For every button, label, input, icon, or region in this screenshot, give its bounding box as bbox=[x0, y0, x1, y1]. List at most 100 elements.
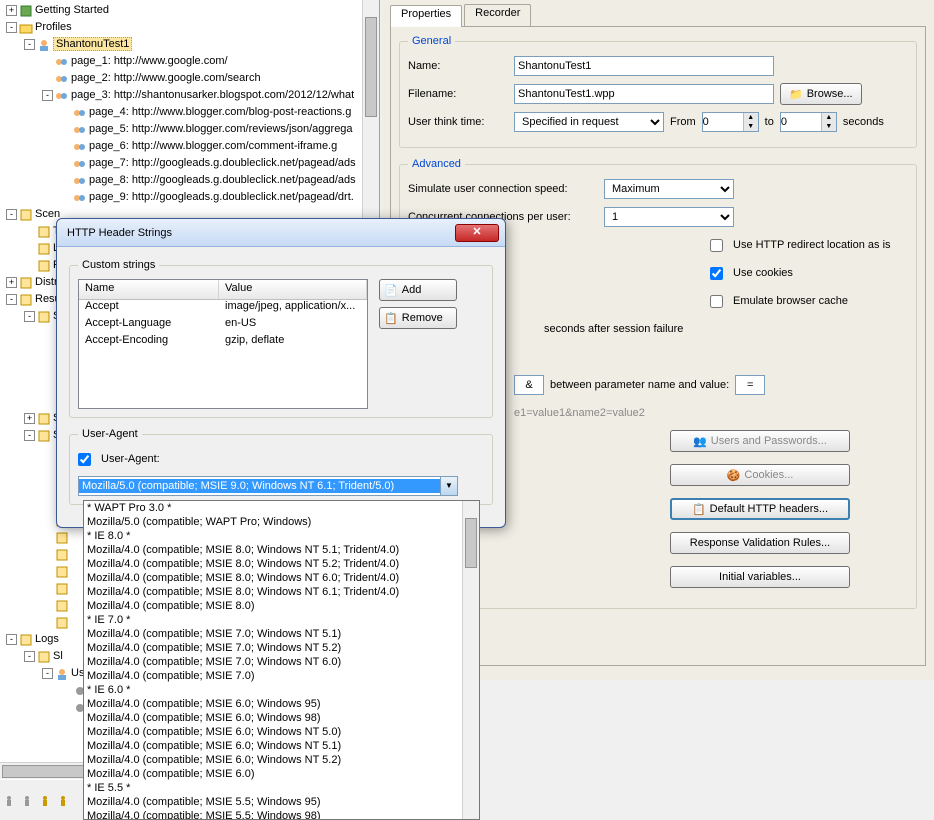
list-icon: 📋 bbox=[692, 503, 706, 516]
tab-properties[interactable]: Properties bbox=[390, 5, 462, 27]
dropdown-option[interactable]: * WAPT Pro 3.0 * bbox=[84, 501, 479, 515]
cookies-checkbox[interactable] bbox=[710, 267, 723, 280]
name-input[interactable] bbox=[514, 56, 774, 76]
dropdown-option[interactable]: Mozilla/4.0 (compatible; MSIE 5.5; Windo… bbox=[84, 795, 479, 809]
default-headers-button[interactable]: 📋Default HTTP headers... bbox=[670, 498, 850, 520]
conn-select[interactable]: 1 bbox=[604, 207, 734, 227]
chevron-down-icon[interactable]: ▼ bbox=[440, 477, 457, 495]
dropdown-scrollbar[interactable] bbox=[462, 501, 479, 819]
dropdown-option[interactable]: * IE 6.0 * bbox=[84, 683, 479, 697]
dropdown-option[interactable]: Mozilla/4.0 (compatible; MSIE 8.0; Windo… bbox=[84, 585, 479, 599]
speed-select[interactable]: Maximum bbox=[604, 179, 734, 199]
tree-item[interactable]: page_8: http://googleads.g.doubleclick.n… bbox=[2, 172, 379, 189]
browse-button[interactable]: 📁Browse... bbox=[780, 83, 862, 105]
headers-table[interactable]: Name Value Acceptimage/jpeg, application… bbox=[78, 279, 368, 409]
col-value[interactable]: Value bbox=[219, 280, 367, 299]
dropdown-option[interactable]: Mozilla/4.0 (compatible; MSIE 8.0) bbox=[84, 599, 479, 613]
dropdown-option[interactable]: Mozilla/4.0 (compatible; MSIE 7.0; Windo… bbox=[84, 655, 479, 669]
table-row[interactable]: Accept-Languageen-US bbox=[79, 317, 367, 334]
dropdown-option[interactable]: * IE 5.5 * bbox=[84, 781, 479, 795]
expand-icon[interactable]: - bbox=[24, 651, 35, 662]
expand-icon[interactable]: - bbox=[42, 90, 53, 101]
dropdown-option[interactable]: Mozilla/4.0 (compatible; MSIE 6.0; Windo… bbox=[84, 753, 479, 767]
dropdown-option[interactable]: * IE 8.0 * bbox=[84, 529, 479, 543]
close-button[interactable]: ✕ bbox=[455, 224, 499, 242]
add-button[interactable]: 📄Add bbox=[379, 279, 457, 301]
figure-icon bbox=[56, 794, 70, 808]
dropdown-option[interactable]: Mozilla/4.0 (compatible; MSIE 6.0; Windo… bbox=[84, 711, 479, 725]
nameval-sep-input[interactable] bbox=[735, 375, 765, 395]
expand-icon[interactable]: + bbox=[24, 413, 35, 424]
tree-label: ShantonuTest1 bbox=[53, 37, 132, 51]
dropdown-option[interactable]: Mozilla/4.0 (compatible; MSIE 5.5; Windo… bbox=[84, 809, 479, 820]
expand-icon[interactable]: - bbox=[6, 22, 17, 33]
tree-label: page_9: http://googleads.g.doubleclick.n… bbox=[89, 191, 354, 203]
dropdown-option[interactable]: Mozilla/4.0 (compatible; MSIE 7.0) bbox=[84, 669, 479, 683]
tree-item[interactable]: -Profiles bbox=[2, 19, 379, 36]
page-icon bbox=[73, 157, 87, 171]
name-label: Name: bbox=[408, 60, 508, 72]
expand-icon[interactable]: - bbox=[42, 668, 53, 679]
tree-item[interactable]: -page_3: http://shantonusarker.blogspot.… bbox=[2, 87, 379, 104]
tree-item[interactable]: +Getting Started bbox=[2, 2, 379, 19]
tree-label: Sl bbox=[53, 650, 63, 662]
user-agent-combo[interactable]: Mozilla/5.0 (compatible; MSIE 9.0; Windo… bbox=[78, 476, 458, 496]
dropdown-option[interactable]: Mozilla/4.0 (compatible; MSIE 8.0; Windo… bbox=[84, 571, 479, 585]
custom-strings-legend: Custom strings bbox=[78, 259, 159, 271]
table-row[interactable]: Accept-Encodinggzip, deflate bbox=[79, 334, 367, 351]
dropdown-option[interactable]: Mozilla/4.0 (compatible; MSIE 8.0; Windo… bbox=[84, 557, 479, 571]
tree-item[interactable]: page_2: http://www.google.com/search bbox=[2, 70, 379, 87]
user-agent-checkbox[interactable] bbox=[78, 453, 91, 466]
box-icon bbox=[37, 225, 51, 239]
cookies-button[interactable]: 🍪Cookies... bbox=[670, 464, 850, 486]
box-icon bbox=[55, 582, 69, 596]
speed-label: Simulate user connection speed: bbox=[408, 183, 598, 195]
tree-item[interactable]: page_1: http://www.google.com/ bbox=[2, 53, 379, 70]
expand-icon[interactable]: - bbox=[24, 39, 35, 50]
tree-item[interactable]: page_4: http://www.blogger.com/blog-post… bbox=[2, 104, 379, 121]
book-icon bbox=[19, 4, 33, 18]
tree-item[interactable]: page_9: http://googleads.g.doubleclick.n… bbox=[2, 189, 379, 206]
remove-button[interactable]: 📋Remove bbox=[379, 307, 457, 329]
dropdown-option[interactable]: Mozilla/5.0 (compatible; WAPT Pro; Windo… bbox=[84, 515, 479, 529]
dialog-titlebar[interactable]: HTTP Header Strings ✕ bbox=[57, 219, 505, 247]
box-icon bbox=[37, 242, 51, 256]
expand-icon[interactable]: - bbox=[6, 634, 17, 645]
tree-item[interactable]: - ShantonuTest1 bbox=[2, 36, 379, 53]
dropdown-option[interactable]: Mozilla/4.0 (compatible; MSIE 6.0; Windo… bbox=[84, 739, 479, 753]
dropdown-option[interactable]: Mozilla/4.0 (compatible; MSIE 6.0) bbox=[84, 767, 479, 781]
thinktime-select[interactable]: Specified in request bbox=[514, 112, 664, 132]
redirect-checkbox[interactable] bbox=[710, 239, 723, 252]
dropdown-option[interactable]: Mozilla/4.0 (compatible; MSIE 6.0; Windo… bbox=[84, 725, 479, 739]
dropdown-option[interactable]: * IE 7.0 * bbox=[84, 613, 479, 627]
users-passwords-button[interactable]: 👥Users and Passwords... bbox=[670, 430, 850, 452]
tree-item[interactable]: page_7: http://googleads.g.doubleclick.n… bbox=[2, 155, 379, 172]
expand-icon[interactable]: - bbox=[6, 294, 17, 305]
table-row[interactable]: Acceptimage/jpeg, application/x... bbox=[79, 300, 367, 317]
user-icon bbox=[55, 667, 69, 681]
expand-icon[interactable]: - bbox=[24, 311, 35, 322]
box-icon bbox=[19, 208, 33, 222]
redirect-label: Use HTTP redirect location as is bbox=[733, 239, 891, 251]
to-spinner[interactable]: ▲▼ bbox=[780, 112, 837, 132]
after-failure-label: seconds after session failure bbox=[544, 323, 683, 335]
tab-recorder[interactable]: Recorder bbox=[464, 4, 531, 26]
expand-icon[interactable]: + bbox=[6, 5, 17, 16]
from-spinner[interactable]: ▲▼ bbox=[702, 112, 759, 132]
dropdown-option[interactable]: Mozilla/4.0 (compatible; MSIE 7.0; Windo… bbox=[84, 641, 479, 655]
expand-icon[interactable]: - bbox=[24, 430, 35, 441]
validation-rules-button[interactable]: Response Validation Rules... bbox=[670, 532, 850, 554]
dropdown-option[interactable]: Mozilla/4.0 (compatible; MSIE 7.0; Windo… bbox=[84, 627, 479, 641]
col-name[interactable]: Name bbox=[79, 280, 219, 299]
tree-item[interactable]: page_5: http://www.blogger.com/reviews/j… bbox=[2, 121, 379, 138]
param-sep-input[interactable] bbox=[514, 375, 544, 395]
emulate-checkbox[interactable] bbox=[710, 295, 723, 308]
filename-input[interactable] bbox=[514, 84, 774, 104]
dropdown-option[interactable]: Mozilla/4.0 (compatible; MSIE 8.0; Windo… bbox=[84, 543, 479, 557]
user-agent-dropdown[interactable]: * WAPT Pro 3.0 *Mozilla/5.0 (compatible;… bbox=[83, 500, 480, 820]
expand-icon[interactable]: + bbox=[6, 277, 17, 288]
expand-icon[interactable]: - bbox=[6, 209, 17, 220]
initial-variables-button[interactable]: Initial variables... bbox=[670, 566, 850, 588]
tree-item[interactable]: page_6: http://www.blogger.com/comment-i… bbox=[2, 138, 379, 155]
dropdown-option[interactable]: Mozilla/4.0 (compatible; MSIE 6.0; Windo… bbox=[84, 697, 479, 711]
